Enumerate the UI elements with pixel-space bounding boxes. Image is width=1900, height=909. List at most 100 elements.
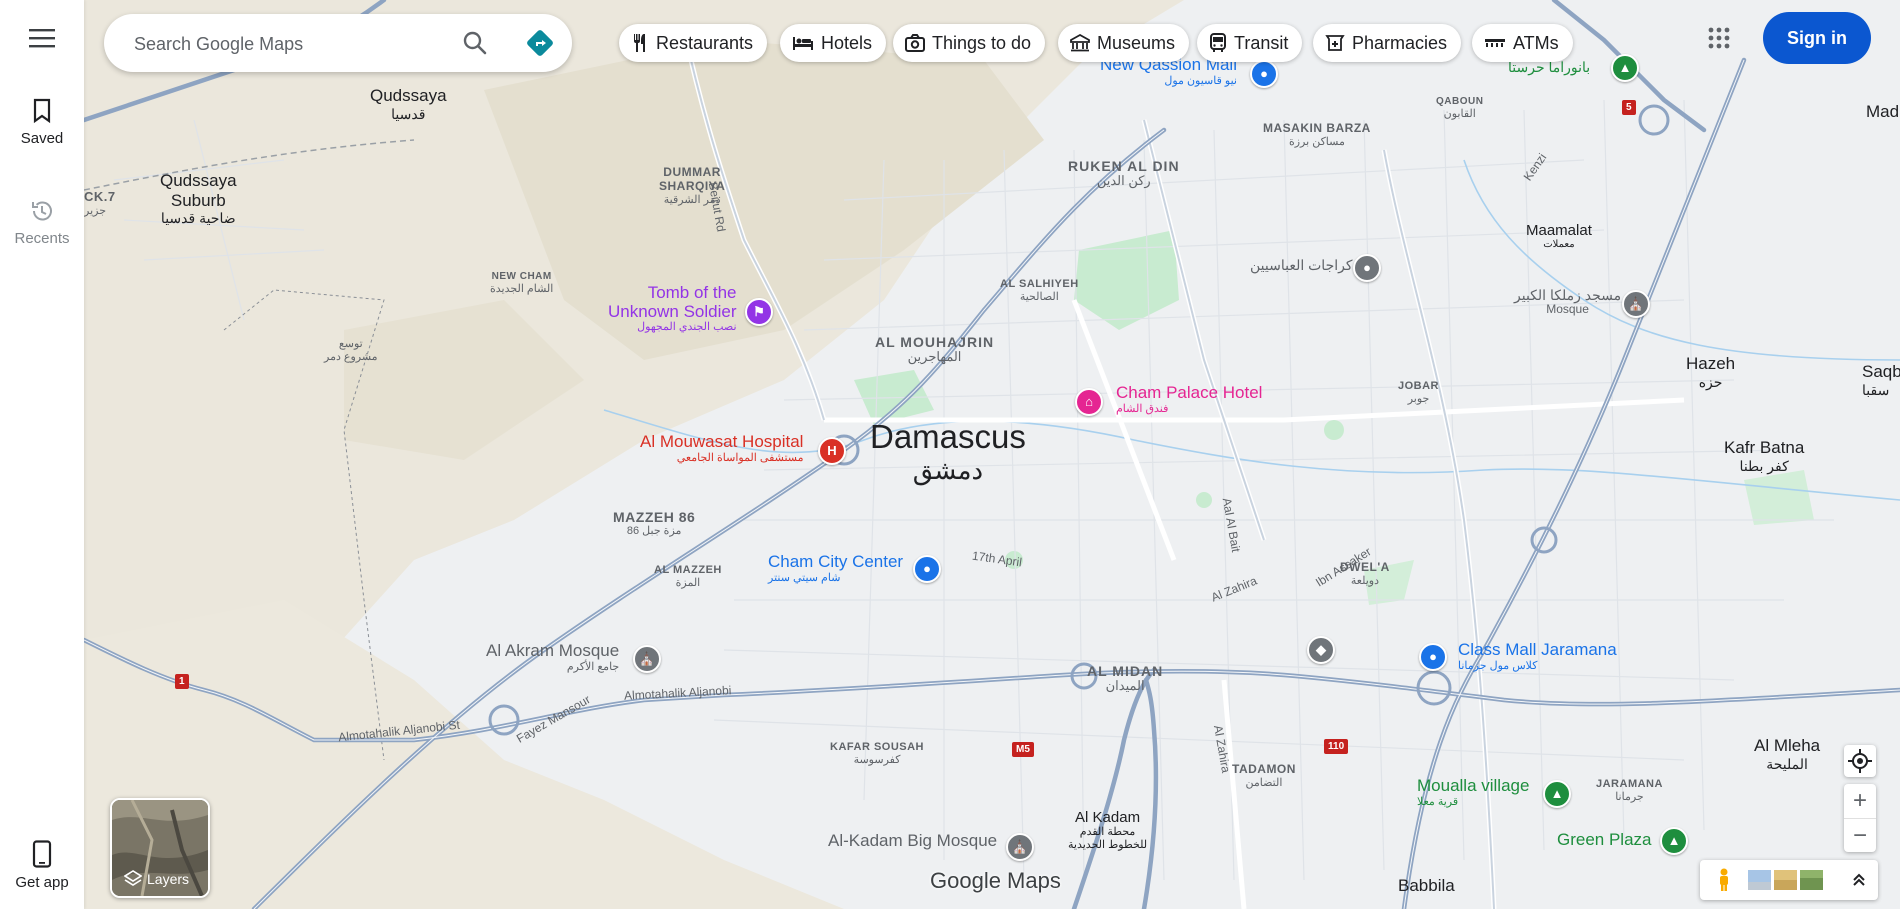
shopping-bag-icon[interactable]: ●	[1419, 643, 1447, 671]
hotel-icon[interactable]: ⌂	[1075, 388, 1103, 416]
sign-in-button[interactable]: Sign in	[1763, 12, 1871, 64]
monument-icon[interactable]: ⚑	[745, 298, 773, 326]
town-label: Kafr Batna كفر بطنا	[1724, 438, 1805, 474]
history-icon	[32, 201, 52, 221]
pegman-icon[interactable]	[1716, 868, 1732, 892]
neighborhood-label: JARAMANA جرمانا	[1596, 778, 1663, 803]
chip-transit[interactable]: Transit	[1197, 24, 1303, 62]
town-label: Maamalat معملات	[1526, 222, 1592, 251]
chip-label: ATMs	[1513, 32, 1559, 53]
poi-zamalka-mosque[interactable]: مسجد زملكا الكبير Mosque	[1514, 287, 1621, 317]
poi-al-mouwasat-hospital[interactable]: Al Mouwasat Hospital مستشفى المواساة الجا…	[640, 432, 803, 464]
chip-label: Restaurants	[656, 32, 754, 53]
chip-restaurants[interactable]: Restaurants	[619, 24, 768, 62]
menu-button[interactable]	[0, 28, 84, 48]
mosque-icon[interactable]: ⛪	[633, 645, 661, 673]
neighborhood-label: KAFAR SOUSAH كفرسوسة	[830, 741, 925, 766]
school-icon[interactable]: ◆	[1307, 636, 1335, 664]
left-rail: Saved Recents Get app	[0, 0, 84, 909]
town-label: CK.7 جزير	[84, 189, 116, 217]
search-box	[104, 14, 572, 72]
chip-label: Hotels	[821, 32, 873, 53]
chip-museums[interactable]: Museums	[1058, 24, 1190, 62]
neighborhood-label: AL SALHIYEH الصالحية	[1000, 278, 1079, 303]
poi-cham-palace-hotel[interactable]: Cham Palace Hotel فندق الشام	[1116, 383, 1262, 415]
google-maps-logo: Google Maps	[930, 868, 1061, 893]
poi-al-akram-mosque[interactable]: Al Akram Mosque جامع الأكرم	[486, 641, 619, 673]
layers-text: Layers	[124, 870, 189, 888]
town-label: Hazeh حزه	[1686, 354, 1736, 390]
town-label: Babbila	[1398, 876, 1455, 895]
phone-icon	[32, 840, 52, 868]
imagery-thumbnails-icon[interactable]	[1748, 870, 1824, 890]
town-label: Al Mleha المليحة	[1754, 736, 1821, 772]
camera-icon	[905, 34, 925, 52]
poi-moualla-village[interactable]: Moualla village قرية معلا	[1417, 776, 1529, 808]
museum-icon	[1070, 34, 1090, 52]
park-icon[interactable]: ▲	[1543, 780, 1571, 808]
fork-knife-icon	[634, 34, 645, 52]
neighborhood-label: AL MAZZEH المزة	[654, 564, 722, 589]
poi-al-kadam-big-mosque[interactable]: Al-Kadam Big Mosque	[828, 831, 997, 851]
atm-icon	[1485, 39, 1505, 47]
bookmark-icon	[33, 98, 51, 124]
layers-icon	[124, 870, 142, 886]
chip-label: Pharmacies	[1352, 32, 1448, 53]
route-shield: M5	[1012, 742, 1034, 757]
my-location-button[interactable]	[1844, 745, 1876, 777]
poi-cham-city-center[interactable]: Cham City Center شام سيتي سنتر	[768, 552, 903, 584]
chip-atms[interactable]: ATMs	[1472, 24, 1573, 62]
layers-button[interactable]: Layers	[110, 798, 210, 898]
bus-station-icon[interactable]: ●	[1353, 254, 1381, 282]
chip-things-to-do[interactable]: Things to do	[893, 24, 1046, 62]
layers-label: Layers	[147, 871, 190, 887]
get-app-label: Get app	[15, 874, 69, 891]
map-bottom-toolbar	[1700, 860, 1878, 900]
town-label: Mad	[1866, 102, 1900, 121]
shopping-bag-icon[interactable]: ●	[913, 555, 941, 583]
town-label: Qudssaya Suburb ضاحية قدسيا	[160, 171, 237, 227]
neighborhood-label: AL MOUHAJRIN المهاجرين	[875, 334, 995, 365]
route-shield: 1	[175, 674, 189, 689]
neighborhood-label: MASAKIN BARZA مساكن برزة	[1263, 121, 1371, 148]
poi-green-plaza[interactable]: Green Plaza	[1557, 830, 1652, 850]
directions-icon[interactable]	[526, 29, 554, 57]
mosque-icon[interactable]: ⛪	[1006, 833, 1034, 861]
chip-label: Transit	[1234, 32, 1289, 53]
zoom-control: + −	[1844, 784, 1876, 852]
route-shield: 110	[1324, 739, 1349, 754]
mosque-icon[interactable]: ⛪	[1622, 290, 1650, 318]
chip-pharmacies[interactable]: Pharmacies	[1313, 24, 1462, 62]
map-canvas[interactable]: 1 5 M5 110 Damascus دمشق RUKEN AL DIN ركن…	[84, 0, 1900, 909]
poi-tomb-unknown-soldier[interactable]: Tomb of the Unknown Soldier نصب الجندي ال…	[608, 283, 737, 333]
search-icon[interactable]	[462, 30, 488, 56]
zoom-in-button[interactable]: +	[1844, 784, 1876, 818]
zoom-out-button[interactable]: −	[1844, 818, 1876, 853]
recents-label: Recents	[14, 230, 70, 247]
recents-button[interactable]: Recents	[0, 198, 84, 247]
crosshair-icon	[1848, 749, 1872, 773]
chip-hotels[interactable]: Hotels	[780, 24, 887, 62]
route-shield: 5	[1622, 100, 1636, 115]
park-icon[interactable]: ▲	[1660, 827, 1688, 855]
poi-abbasiyin-garages[interactable]: كراجات العباسيين	[1250, 257, 1353, 273]
town-label: Qudssaya قدسيا	[370, 86, 447, 122]
saved-button[interactable]: Saved	[0, 98, 84, 147]
neighborhood-label: QABOUN القابون	[1436, 96, 1484, 120]
google-apps-icon[interactable]	[1707, 26, 1731, 50]
get-app-button[interactable]: Get app	[0, 840, 84, 891]
park-icon[interactable]: ▲	[1611, 54, 1639, 82]
bus-icon	[1210, 33, 1226, 52]
hospital-icon[interactable]: H	[818, 437, 846, 465]
chip-label: Museums	[1097, 32, 1176, 53]
neighborhood-label: TADAMON التضامن	[1232, 762, 1296, 789]
poi-panorama-harasta[interactable]: بانوراما حرستا	[1508, 59, 1590, 75]
pharmacy-icon	[1325, 35, 1345, 51]
hamburger-menu-icon	[29, 29, 55, 48]
neighborhood-label: NEW CHAM الشام الجديدة	[490, 271, 554, 295]
chevron-up-icon[interactable]	[1852, 873, 1866, 887]
town-label: Al Kadam محطة القدم للخطوط الحديدية	[1068, 809, 1148, 851]
shopping-bag-icon[interactable]: ●	[1250, 60, 1278, 88]
poi-class-mall-jaramana[interactable]: Class Mall Jaramana كلاس مول جرمانا	[1458, 640, 1617, 672]
search-input[interactable]	[132, 28, 456, 60]
